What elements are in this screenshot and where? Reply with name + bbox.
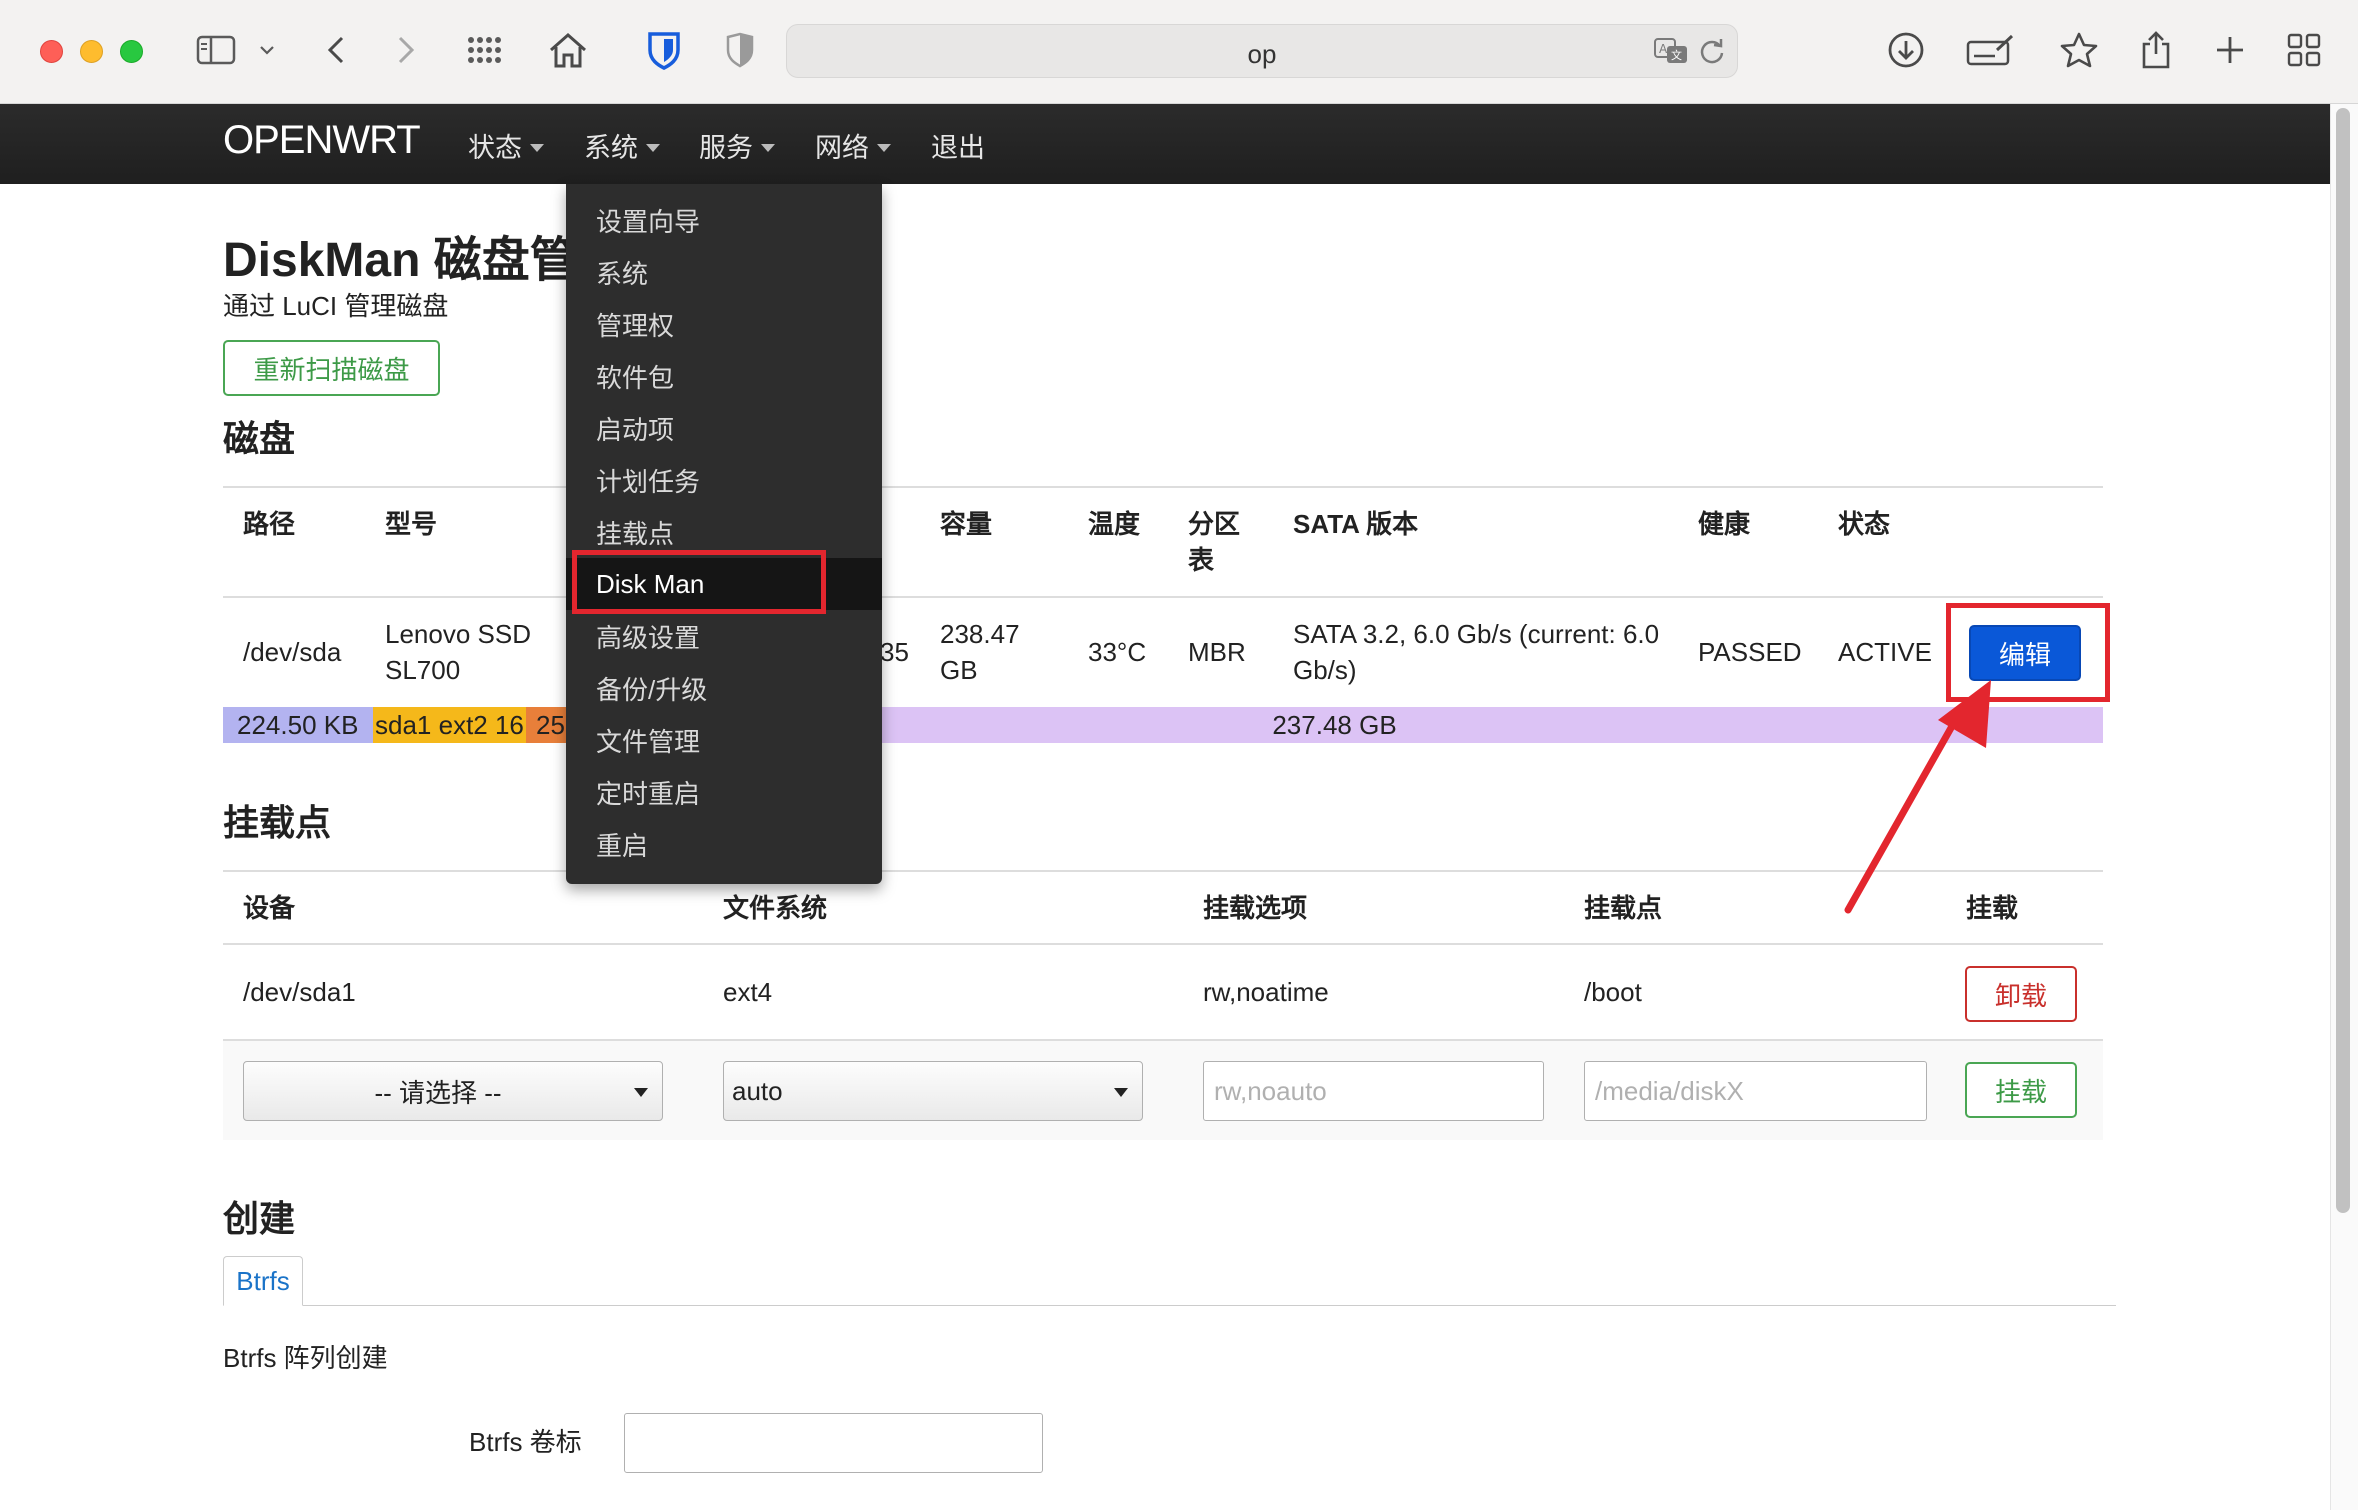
annotation-arrow-icon xyxy=(1844,680,1991,914)
